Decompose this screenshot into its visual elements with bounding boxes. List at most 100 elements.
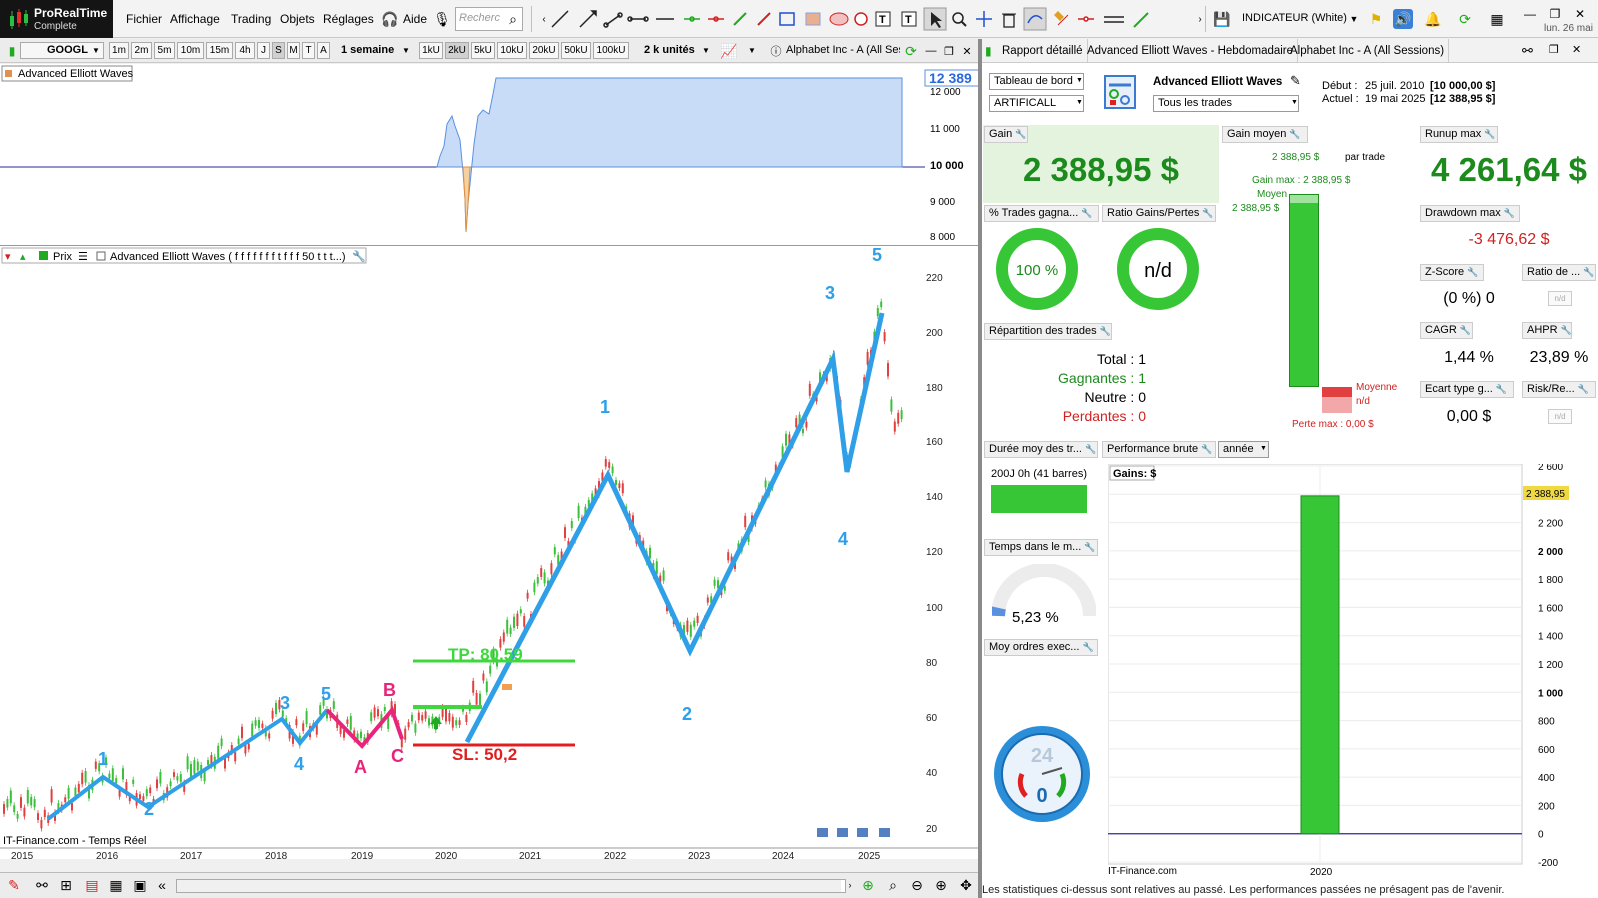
headset-icon[interactable]: 🎧 [380,9,400,29]
tf-j[interactable]: J [257,42,270,59]
menu-objets[interactable]: Objets [280,12,315,26]
share-icon[interactable]: ⚯ [32,875,52,895]
menu-aide[interactable]: Aide [403,12,427,26]
perf-label[interactable]: Performance brute 🔧 [1102,441,1216,458]
dashboard-select[interactable]: Tableau de bord [989,73,1084,90]
menu-trading[interactable]: Trading [231,12,271,26]
tf-10m[interactable]: 10m [177,42,204,59]
restore-icon[interactable]: ❐ [1545,4,1565,24]
runup-label[interactable]: Runup max 🔧 [1420,126,1498,143]
account-select[interactable]: ARTIFICALL [989,95,1084,112]
tf-15m[interactable]: 15m [206,42,233,59]
info-icon[interactable]: ⓘ [766,41,786,61]
scroll-left-icon[interactable]: « [152,875,172,895]
pct-trades-label[interactable]: % Trades gagna... 🔧 [984,205,1099,222]
indicator-selector[interactable]: INDICATEUR (White) [1242,12,1347,24]
trades-select[interactable]: Tous les trades [1153,95,1299,112]
save-icon[interactable]: 💾 [1212,9,1232,29]
grid-layout-icon[interactable]: ▦ [1487,9,1507,29]
moy-ordres-label[interactable]: Moy ordres exec... 🔧 [984,639,1098,656]
chart-minimize-icon[interactable]: — [921,41,941,61]
sound-icon[interactable]: 🔊 [1393,9,1413,29]
scroll-right-icon[interactable]: › [840,875,860,895]
symbol-dropdown-icon[interactable]: ▼ [92,46,100,55]
trades-dropdown-icon[interactable]: ▼ [1291,99,1298,106]
account-dropdown-icon[interactable]: ▼ [1076,99,1083,106]
sync-icon[interactable]: ⟳ [1455,9,1475,29]
tf-t[interactable]: T [302,42,315,59]
ratio-label[interactable]: Ratio de ... 🔧 [1522,264,1596,281]
tab-instrument[interactable]: Alphabet Inc - A (All Sessions) [1286,39,1450,63]
chart-type-icon[interactable]: 📈 [719,41,739,61]
objects-icon[interactable]: ✎ [4,875,24,895]
tools-icon[interactable]: ✥ [956,875,976,895]
tf-1m[interactable]: 1m [109,42,129,59]
report-close-icon[interactable]: ✕ [1572,43,1581,56]
chevron-right-icon[interactable]: › [1190,9,1210,29]
tf-m[interactable]: M [287,42,300,59]
alert-bell-icon[interactable]: 🔔 [1423,9,1443,29]
units-50ku[interactable]: 50kU [561,42,591,59]
risk-reward-label[interactable]: Risk/Re... 🔧 [1522,381,1596,398]
zoom-fit-icon[interactable]: ⌕ [883,875,903,895]
edit-strategy-icon[interactable]: ✎ [1290,73,1301,89]
candles-icon[interactable]: ▮ [2,41,22,61]
calendar-icon[interactable]: ▦ [106,875,126,895]
chart-type-dropdown-icon[interactable]: ▼ [748,46,756,55]
green-diag-icon [733,12,747,26]
units-1ku[interactable]: 1kU [419,42,443,59]
zoom-out-icon[interactable]: ⊖ [907,875,927,895]
microphone-icon[interactable]: 🎙 [432,9,452,29]
minimize-icon[interactable]: — [1520,4,1540,24]
tab-rapport-detaille[interactable]: Rapport détaillé [998,39,1088,63]
units-5ku[interactable]: 5kU [471,42,495,59]
candle-body [20,797,22,808]
search-icon[interactable]: ⌕ [503,9,523,29]
refresh-icon[interactable]: ⟳ [901,41,921,61]
perf-period-dropdown-icon[interactable]: ▼ [1260,445,1267,452]
units-10ku[interactable]: 10kU [497,42,527,59]
ratio-gp-label[interactable]: Ratio Gains/Pertes 🔧 [1102,205,1216,222]
tab-strategy[interactable]: Advanced Elliott Waves - Hebdomadaire [1083,39,1299,63]
tf-s[interactable]: S [272,42,285,59]
zscore-label[interactable]: Z-Score 🔧 [1420,264,1484,281]
units-100ku[interactable]: 100kU [593,42,629,59]
tf-5m[interactable]: 5m [154,42,175,59]
flag-icon[interactable]: ⚑ [1366,9,1386,29]
menu-affichage[interactable]: Affichage [170,12,220,26]
temps-label[interactable]: Temps dans le m... 🔧 [984,539,1098,556]
close-icon[interactable]: ✕ [1570,4,1590,24]
tf-4h[interactable]: 4h [235,42,255,59]
gain-moyen-label[interactable]: Gain moyen 🔧 [1222,126,1308,143]
chevron-down-icon[interactable]: ▼ [1344,9,1364,29]
horizontal-scrollbar[interactable] [176,879,846,893]
tf-a[interactable]: A [317,42,330,59]
share-report-icon[interactable]: ⚯ [1522,43,1533,59]
period-dropdown-icon[interactable]: ▼ [402,46,410,55]
indicators-icon[interactable]: ▤ [82,875,102,895]
units-20ku[interactable]: 20kU [529,42,559,59]
add-chart-icon[interactable]: ⊞ [56,875,76,895]
screener-icon[interactable]: ▣ [130,875,150,895]
strategy-report-icon[interactable] [1104,75,1136,109]
menu-reglages[interactable]: Réglages [323,12,374,26]
duree-label[interactable]: Durée moy des tr... 🔧 [984,441,1098,458]
units-2ku[interactable]: 2kU [445,42,469,59]
autoscale-icon[interactable]: ⊕ [858,875,878,895]
gain-label[interactable]: Gain 🔧 [984,126,1028,143]
dashboard-dropdown-icon[interactable]: ▼ [1076,77,1083,84]
units-count-selector[interactable]: 2 k unités [644,42,695,59]
chart-close-icon[interactable]: ✕ [957,41,977,61]
repartition-label[interactable]: Répartition des trades 🔧 [984,323,1112,340]
report-restore-icon[interactable]: ❐ [1549,43,1559,56]
tf-2m[interactable]: 2m [131,42,152,59]
ecart-type-label[interactable]: Ecart type g... 🔧 [1420,381,1514,398]
drawdown-label[interactable]: Drawdown max 🔧 [1420,205,1520,222]
units-dropdown-icon[interactable]: ▼ [702,46,710,55]
cagr-label[interactable]: CAGR 🔧 [1420,322,1473,339]
ahpr-label[interactable]: AHPR 🔧 [1522,322,1572,339]
zoom-in-icon[interactable]: ⊕ [931,875,951,895]
period-selector[interactable]: 1 semaine [341,42,394,59]
chart-restore-icon[interactable]: ❐ [939,41,959,61]
menu-fichier[interactable]: Fichier [126,12,162,26]
